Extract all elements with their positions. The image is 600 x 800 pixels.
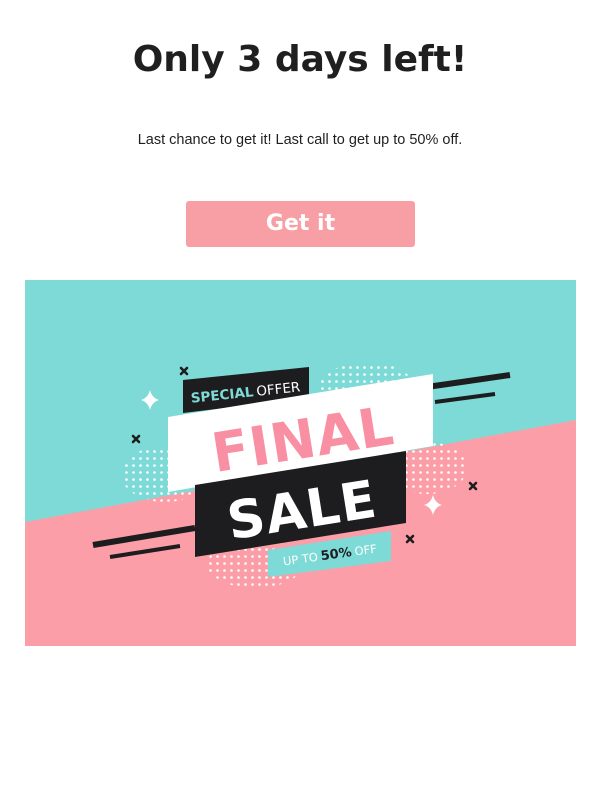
final-sale-banner[interactable]: SPECIALOFFER FINAL SALE UP TO50%OFF xyxy=(25,280,576,646)
final-sale-banner-graphic: SPECIALOFFER FINAL SALE UP TO50%OFF xyxy=(25,280,576,646)
get-it-button[interactable]: Get it xyxy=(186,201,415,247)
subline: Last chance to get it! Last call to get … xyxy=(137,132,463,148)
headline: Only 3 days left! xyxy=(132,39,468,80)
